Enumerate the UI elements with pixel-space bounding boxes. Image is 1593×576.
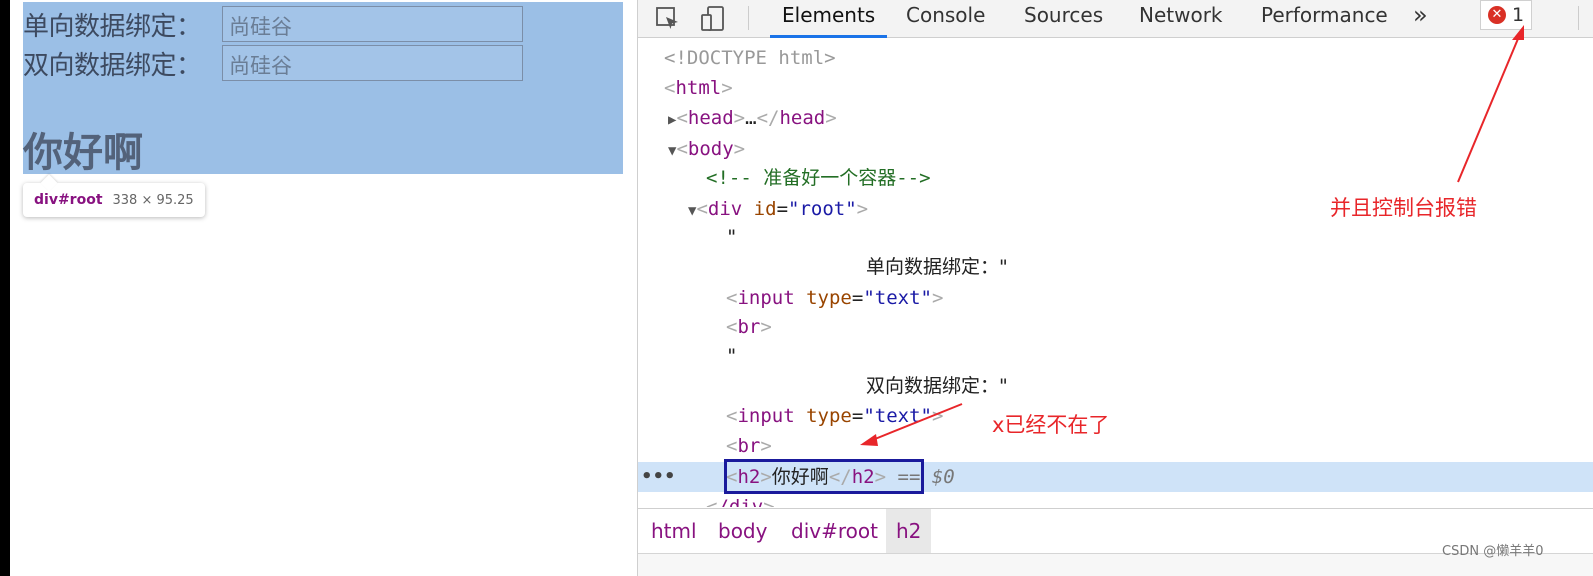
div-close-tag: /div: [717, 496, 764, 507]
text-node-quote: ": [726, 226, 738, 248]
tab-sources[interactable]: Sources: [1024, 0, 1103, 38]
breadcrumb-body[interactable]: body: [708, 509, 777, 553]
input-attr-name: type: [806, 405, 852, 427]
dom-node-text-quote[interactable]: ": [726, 341, 737, 371]
error-icon: ✕: [1487, 6, 1506, 24]
dom-node-body[interactable]: ▼<body>: [668, 134, 745, 164]
body-tag: body: [687, 138, 734, 160]
dom-node-head[interactable]: ▶<head>…</head>: [668, 103, 837, 133]
window-edge: [0, 0, 10, 576]
error-count: 1: [1511, 4, 1525, 26]
br-tag: br: [737, 435, 761, 457]
error-count-badge[interactable]: ✕ 1: [1480, 0, 1532, 30]
annotation-selection-box: [724, 459, 924, 494]
inspect-tooltip: div#root 338 × 95.25: [23, 174, 205, 217]
dom-node-div-root[interactable]: ▼<div id="root">: [688, 194, 868, 224]
dom-tree: ••• <!DOCTYPE html> <html> ▶<head>…</hea…: [638, 39, 1593, 507]
inspect-element-icon[interactable]: [651, 0, 685, 38]
html-tag: html: [675, 77, 722, 99]
device-toolbar-icon[interactable]: [696, 0, 730, 38]
more-tabs-icon[interactable]: »: [1413, 0, 1428, 38]
br-tag: br: [737, 316, 761, 338]
dom-node-html[interactable]: <html>: [664, 73, 733, 103]
tooltip-element-size: 338 × 95.25: [112, 192, 194, 208]
input-tag: input: [737, 287, 795, 309]
dom-node-div-close[interactable]: </div>: [706, 492, 775, 507]
input-tag: input: [737, 405, 795, 427]
tab-elements[interactable]: Elements: [770, 0, 888, 38]
tab-network[interactable]: Network: [1139, 0, 1223, 38]
one-way-binding-input[interactable]: 尚硅谷: [222, 6, 523, 42]
head-tag: head: [687, 107, 734, 129]
comment-text: <!-- 准备好一个容器-->: [706, 167, 931, 189]
breadcrumb-html[interactable]: html: [641, 509, 707, 553]
two-way-binding-label: 双向数据绑定：: [23, 51, 202, 81]
dom-node-text-two-way[interactable]: 双向数据绑定：": [866, 371, 1008, 401]
node-actions-icon[interactable]: •••: [641, 462, 676, 492]
div-tag: div: [707, 198, 743, 220]
dom-node-text-one-way[interactable]: 单向数据绑定：": [866, 252, 1008, 282]
input-attr-name: type: [806, 287, 852, 309]
tab-console[interactable]: Console: [906, 0, 985, 38]
annotation-x-gone: x已经不在了: [992, 413, 1110, 437]
breadcrumb-div-root[interactable]: div#root: [781, 509, 888, 553]
devtools-toolbar: Elements Console Sources Network Perform…: [638, 0, 1593, 38]
dom-node-input[interactable]: <input type="text">: [726, 283, 943, 313]
dom-node-br[interactable]: <br>: [726, 312, 772, 342]
one-way-binding-label: 单向数据绑定：: [23, 12, 202, 42]
breadcrumb-h2[interactable]: h2: [886, 509, 932, 553]
head-collapsed-text: …: [745, 107, 757, 129]
div-attr-name: id: [753, 198, 777, 220]
page-preview: 单向数据绑定： 尚硅谷 双向数据绑定： 尚硅谷 你好啊 div#root 338…: [10, 0, 637, 576]
toolbar-divider: [1578, 6, 1579, 30]
tab-performance[interactable]: Performance: [1261, 0, 1388, 38]
input-attr-value: "text": [863, 405, 932, 427]
text-node-quote: ": [726, 345, 738, 367]
head-close-tag: head: [779, 107, 826, 129]
two-way-binding-input[interactable]: 尚硅谷: [222, 45, 523, 81]
dom-node-input[interactable]: <input type="text">: [726, 401, 943, 431]
annotation-console-error: 并且控制台报错: [1330, 196, 1477, 220]
toolbar-divider: [748, 6, 749, 30]
text-node-content: 单向数据绑定：": [866, 256, 1008, 278]
devtools-panel: Elements Console Sources Network Perform…: [637, 0, 1593, 576]
dom-node-text-quote[interactable]: ": [726, 222, 737, 252]
div-attr-value: "root": [788, 198, 857, 220]
doctype-text: <!DOCTYPE html>: [664, 47, 836, 69]
watermark: CSDN @懒羊羊0: [1442, 544, 1544, 559]
greeting-heading: 你好啊: [23, 130, 143, 176]
input-attr-value: "text": [863, 287, 932, 309]
tooltip-element-name: div#root: [34, 192, 103, 208]
text-node-content: 双向数据绑定：": [866, 375, 1008, 397]
dom-node-comment[interactable]: <!-- 准备好一个容器-->: [706, 163, 931, 193]
dom-node-br[interactable]: <br>: [726, 431, 772, 461]
dom-node-doctype[interactable]: <!DOCTYPE html>: [664, 43, 836, 73]
